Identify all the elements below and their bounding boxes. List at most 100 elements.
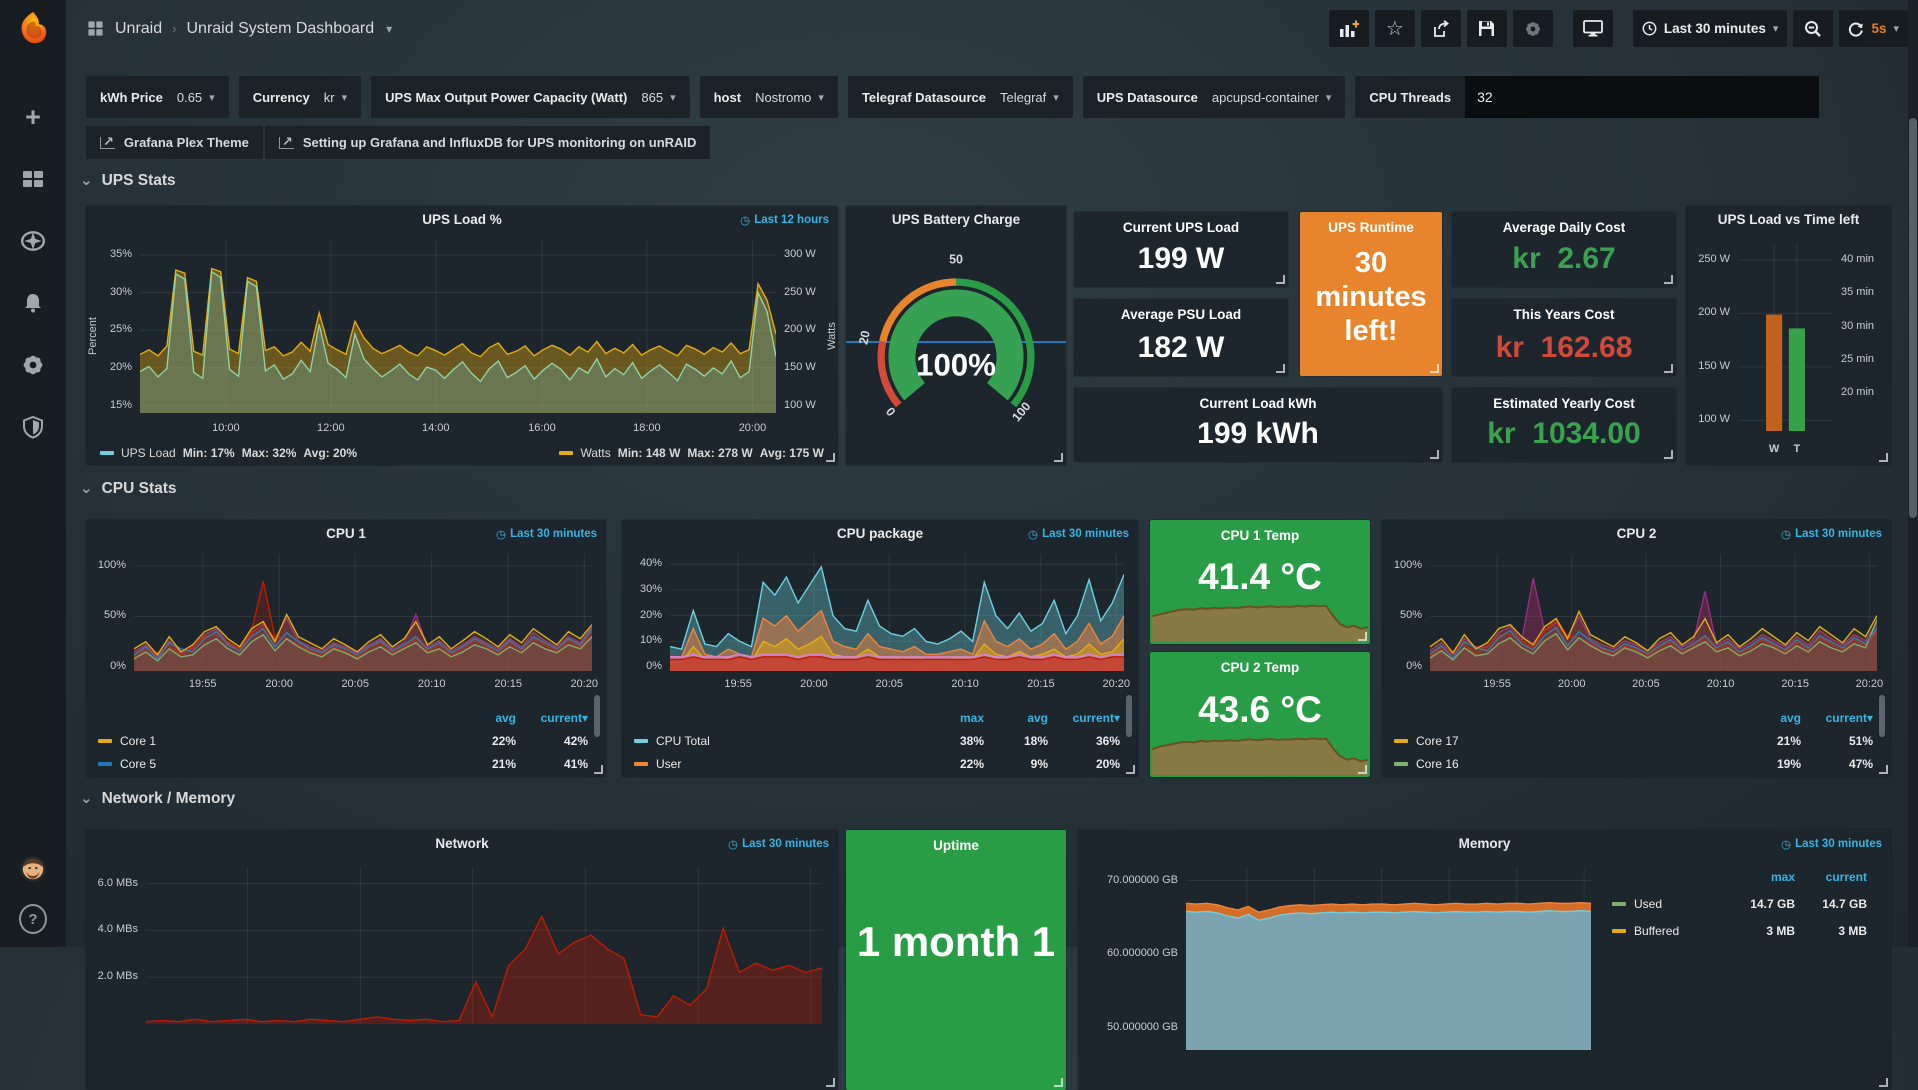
chart-plot-area[interactable]	[670, 554, 1124, 671]
add-panel-button[interactable]	[1329, 10, 1369, 47]
link-ups-monitoring-guide[interactable]: ↗ Setting up Grafana and InfluxDB for UP…	[265, 126, 711, 159]
legend-series-name[interactable]: Core 5	[120, 757, 156, 771]
memory-chart[interactable]: 70.000000 GB60.000000 GB50.000000 GB	[1082, 858, 1601, 1056]
legend-series-name[interactable]: Core 17	[1416, 734, 1459, 748]
legend-scrollbar[interactable]	[1126, 695, 1132, 737]
network-chart[interactable]: 6.0 MBs4.0 MBs2.0 MBs	[90, 858, 834, 1030]
ups-load-chart[interactable]: 35%30%25%20%15%300 W250 W200 W150 W100 W…	[90, 232, 834, 435]
panel-timerange-link[interactable]: ◷Last 30 minutes	[728, 837, 829, 851]
panel-title[interactable]: This Years Cost	[1458, 307, 1670, 322]
chart-plot-area[interactable]	[1430, 554, 1877, 671]
variable-value[interactable]: kr▾	[324, 90, 347, 105]
battery-gauge[interactable]: 02050100100%	[852, 236, 1060, 455]
zoom-out-button[interactable]	[1793, 10, 1833, 47]
legend-series-name[interactable]: Core 1	[120, 734, 156, 748]
grafana-logo[interactable]	[0, 0, 66, 57]
dashboard-settings-button[interactable]	[1513, 10, 1553, 47]
legend-series-name[interactable]: Buffered	[1634, 924, 1679, 938]
panel-title[interactable]: Current Load kWh	[1080, 396, 1436, 411]
breadcrumb-dashboard[interactable]: Unraid System Dashboard	[186, 20, 374, 38]
dashboard-caret-icon[interactable]: ▾	[386, 22, 392, 36]
panel-timerange-link[interactable]: ◷Last 30 minutes	[1781, 527, 1882, 541]
variable-value[interactable]: 0.65▾	[177, 90, 215, 105]
chart-plot-area[interactable]	[134, 554, 592, 671]
chart-plot-area[interactable]	[1738, 244, 1833, 431]
legend-col-current[interactable]: current▾	[1801, 711, 1873, 725]
legend-series-name[interactable]: CPU Total	[656, 734, 710, 748]
panel-title[interactable]: UPS Runtime	[1306, 220, 1436, 235]
legend-col-avg[interactable]: avg	[984, 711, 1048, 725]
variable-host[interactable]: host Nostromo▾	[700, 76, 838, 118]
panel-title[interactable]: CPU 2 Temp	[1156, 660, 1364, 675]
variable-ups-datasource[interactable]: UPS Datasource apcupsd-container▾	[1083, 76, 1346, 118]
legend-series-name[interactable]: User	[656, 757, 681, 771]
panel-title[interactable]: Estimated Yearly Cost	[1458, 396, 1670, 411]
chart-plot-area[interactable]	[146, 868, 822, 1024]
panel-title[interactable]: Memory	[1118, 836, 1851, 851]
star-dashboard-button[interactable]: ☆	[1375, 10, 1415, 47]
save-dashboard-button[interactable]	[1467, 10, 1507, 47]
legend-col-avg[interactable]: avg	[452, 711, 516, 725]
cycle-view-mode-button[interactable]	[1573, 10, 1613, 47]
panel-title[interactable]: UPS Battery Charge	[854, 212, 1058, 227]
legend-col-current[interactable]: current	[1795, 870, 1867, 884]
panel-title[interactable]: Network	[126, 836, 798, 851]
legend-max-value: 38%	[920, 734, 984, 748]
legend-col-current[interactable]: current▾	[1048, 711, 1120, 725]
panel-timerange-link[interactable]: ◷Last 12 hours	[740, 213, 829, 227]
panel-title[interactable]: Current UPS Load	[1080, 220, 1282, 235]
ups-bar-chart[interactable]: 250 W200 W150 W100 W40 min35 min30 min25…	[1690, 234, 1887, 457]
legend-series-name[interactable]: Watts	[580, 446, 610, 460]
legend-col-max[interactable]: max	[1723, 870, 1795, 884]
configuration-button[interactable]	[19, 351, 47, 379]
page-scrollbar-thumb[interactable]	[1909, 118, 1917, 518]
variable-currency[interactable]: Currency kr▾	[239, 76, 361, 118]
time-range-picker[interactable]: Last 30 minutes ▾	[1633, 10, 1788, 47]
panel-title[interactable]: Uptime	[852, 838, 1060, 853]
link-grafana-plex-theme[interactable]: ↗ Grafana Plex Theme	[86, 126, 263, 159]
panel-timerange-link[interactable]: ◷Last 30 minutes	[496, 527, 597, 541]
legend-series-name[interactable]: Core 16	[1416, 757, 1459, 771]
panel-timerange-link[interactable]: ◷Last 30 minutes	[1781, 837, 1882, 851]
dashboards-button[interactable]	[19, 165, 47, 193]
legend-scrollbar[interactable]	[594, 695, 600, 737]
variable-value[interactable]: Telegraf▾	[1000, 90, 1059, 105]
variable-value[interactable]: apcupsd-container▾	[1212, 90, 1332, 105]
row-header-cpu-stats[interactable]: ⌄ CPU Stats	[80, 480, 177, 498]
variable-kwh-price[interactable]: kWh Price 0.65▾	[86, 76, 229, 118]
refresh-button[interactable]: 5s ▾	[1839, 10, 1908, 47]
cpu-package-chart[interactable]: 40%30%20%10%0%19:5520:0020:0520:1020:152…	[626, 546, 1134, 691]
breadcrumb-app[interactable]: Unraid	[115, 20, 162, 38]
legend-series-name[interactable]: UPS Load	[121, 446, 176, 460]
variable-value[interactable]: 865▾	[641, 90, 675, 105]
explore-button[interactable]	[19, 227, 47, 255]
user-avatar[interactable]	[19, 855, 47, 883]
cpu1-chart[interactable]: 100%50%0%19:5520:0020:0520:1020:1520:20	[90, 546, 602, 691]
variable-value[interactable]: Nostromo▾	[755, 90, 824, 105]
page-scrollbar[interactable]	[1908, 0, 1918, 947]
panel-title[interactable]: UPS Load %	[126, 212, 798, 227]
chart-plot-area[interactable]	[140, 240, 776, 413]
panel-timerange-link[interactable]: ◷Last 30 minutes	[1028, 527, 1129, 541]
legend-col-max[interactable]: max	[920, 711, 984, 725]
panel-title[interactable]: Average Daily Cost	[1458, 220, 1670, 235]
variable-telegraf-datasource[interactable]: Telegraf Datasource Telegraf▾	[848, 76, 1073, 118]
variable-ups-max-output[interactable]: UPS Max Output Power Capacity (Watt) 865…	[371, 76, 689, 118]
alerting-button[interactable]	[19, 289, 47, 317]
share-dashboard-button[interactable]	[1421, 10, 1461, 47]
server-admin-button[interactable]	[19, 413, 47, 441]
create-button[interactable]: +	[19, 103, 47, 131]
cpu-threads-input[interactable]	[1465, 76, 1819, 118]
panel-title[interactable]: Average PSU Load	[1080, 307, 1282, 322]
legend-col-avg[interactable]: avg	[1737, 711, 1801, 725]
legend-scrollbar[interactable]	[1879, 695, 1885, 737]
chart-plot-area[interactable]	[1186, 868, 1591, 1050]
panel-title[interactable]: UPS Load vs Time left	[1692, 212, 1885, 227]
help-button[interactable]: ?	[19, 905, 47, 933]
panel-title[interactable]: CPU 1 Temp	[1156, 528, 1364, 543]
row-header-ups-stats[interactable]: ⌄ UPS Stats	[80, 172, 176, 190]
row-header-network-memory[interactable]: ⌄ Network / Memory	[80, 790, 235, 808]
cpu2-chart[interactable]: 100%50%0%19:5520:0020:0520:1020:1520:20	[1386, 546, 1887, 691]
legend-col-current[interactable]: current▾	[516, 711, 588, 725]
legend-series-name[interactable]: Used	[1634, 897, 1662, 911]
